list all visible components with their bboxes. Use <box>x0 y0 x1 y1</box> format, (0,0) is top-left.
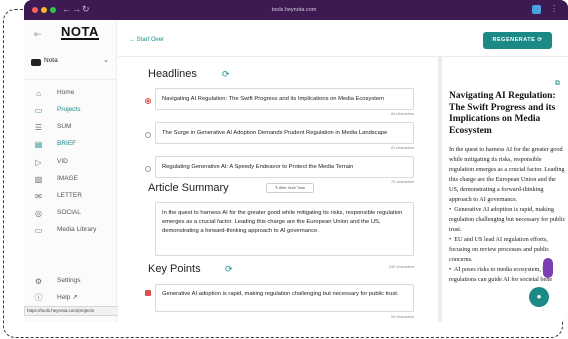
divider <box>24 79 117 80</box>
chat-icon: ● <box>536 292 542 301</box>
sidebar-item-label: SUM <box>57 123 72 130</box>
browser-window: ← → ↻ tools.heynota.com ⋮ ⇤ NOTA Nota ⌄ … <box>24 0 568 322</box>
social-icon: ◎ <box>35 209 42 218</box>
workspace-icon <box>31 59 41 66</box>
reload-icon[interactable]: ↻ <box>82 4 90 15</box>
sidebar-item-home[interactable]: ⌂ Home <box>33 87 111 103</box>
bullet-text: EU and US lead AI regulation efforts, fo… <box>449 236 550 263</box>
sidebar-item-vid[interactable]: ▷ VID <box>33 156 111 172</box>
sidebar-item-sum[interactable]: ☰ SUM <box>33 121 111 137</box>
alter-tone-label: Alter Note Tone <box>278 186 306 190</box>
home-icon: ⌂ <box>36 89 41 98</box>
sidebar-item-image[interactable]: ▨ IMAGE <box>33 173 111 189</box>
summary-title: Article Summary <box>148 182 229 194</box>
document-icon: ▤ <box>34 140 43 149</box>
preview-title: Navigating AI Regulation: The Swift Prog… <box>449 91 556 136</box>
key-point-text[interactable]: Generative AI adoption is rapid, making … <box>155 284 414 312</box>
sidebar-item-label: SOCIAL <box>57 209 81 216</box>
radio-unselected[interactable] <box>145 166 151 172</box>
radio-selected[interactable] <box>145 98 151 104</box>
image-icon: ▨ <box>34 175 43 184</box>
headline-option[interactable]: The Surge in Generative AI Adoption Dema… <box>145 122 414 152</box>
folder-icon: ▭ <box>34 226 43 235</box>
status-url: https://tools.heynota.com/projects <box>24 306 124 316</box>
app: ⇤ NOTA Nota ⌄ ⌂ Home ▭ Projects ☰ SUM ▤ <box>24 20 568 322</box>
list-icon: ☰ <box>34 123 43 132</box>
key-point-item[interactable]: Generative AI adoption is rapid, making … <box>145 284 414 322</box>
checkbox-checked[interactable] <box>145 290 151 296</box>
help-icon: ⓘ <box>34 293 43 302</box>
sidebar-item-media-library[interactable]: ▭ Media Library <box>33 224 111 240</box>
start-over-label: Start Over <box>136 37 165 43</box>
minimize-dot[interactable] <box>41 7 47 13</box>
summary-text[interactable]: In the quest to harness AI for the great… <box>155 202 414 256</box>
char-count: 84 characters <box>390 112 414 116</box>
forward-arrow-icon[interactable]: → <box>72 4 81 14</box>
bullet-text: Generative AI adoption is rapid, making … <box>449 206 566 233</box>
refresh-icon[interactable]: ⟳ <box>222 69 230 80</box>
key-points-title: Key Points <box>148 263 201 275</box>
close-dot[interactable] <box>32 7 38 13</box>
sidebar: ⇤ NOTA Nota ⌄ ⌂ Home ▭ Projects ☰ SUM ▤ <box>24 20 124 322</box>
mail-icon: ✉ <box>35 192 42 201</box>
workspace-name: Nota <box>44 57 58 64</box>
sidebar-item-label: Projects <box>57 106 81 113</box>
extension-icon[interactable] <box>532 5 541 14</box>
headlines-title: Headlines <box>148 68 197 80</box>
extension-badge[interactable] <box>543 258 553 278</box>
sidebar-item-settings[interactable]: ⚙ Settings <box>33 275 111 291</box>
chat-button[interactable]: ● <box>529 287 549 307</box>
sidebar-item-projects[interactable]: ▭ Projects <box>33 104 111 120</box>
preview-paragraph: In the quest to harness AI for the great… <box>449 146 565 203</box>
sidebar-item-label: Home <box>57 89 75 96</box>
sidebar-item-label: Help ↗ <box>57 294 78 301</box>
maximize-dot[interactable] <box>50 7 56 13</box>
start-over-link[interactable]: ← Start Over <box>129 37 164 43</box>
sidebar-item-label: Settings <box>57 277 81 284</box>
collapse-sidebar-icon[interactable]: ⇤ <box>34 29 42 40</box>
sidebar-item-label: VID <box>57 158 68 165</box>
preview-panel: ⧉ Navigating AI Regulation: The Swift Pr… <box>449 57 568 322</box>
headline-text[interactable]: Navigating AI Regulation: The Swift Prog… <box>155 88 414 110</box>
char-count: 242 characters <box>389 265 415 269</box>
folder-icon: ▭ <box>34 106 43 115</box>
logo[interactable]: NOTA <box>61 25 99 40</box>
chevron-down-icon: ⌄ <box>103 57 109 64</box>
workspace-selector[interactable]: Nota ⌄ <box>31 55 111 71</box>
sidebar-item-letter[interactable]: ✉ LETTER <box>33 190 111 206</box>
video-icon: ▷ <box>35 158 42 167</box>
headline-option[interactable]: Navigating AI Regulation: The Swift Prog… <box>145 88 414 118</box>
browser-chrome: ← → ↻ tools.heynota.com ⋮ <box>24 0 568 20</box>
sidebar-item-help[interactable]: ⓘ Help ↗ <box>33 291 111 307</box>
panel-divider[interactable] <box>438 57 442 322</box>
copy-icon[interactable]: ⧉ <box>555 80 560 88</box>
sidebar-item-label: IMAGE <box>57 175 78 182</box>
sidebar-item-label: Media Library <box>57 226 97 233</box>
regenerate-label: REGENERATE <box>492 37 536 43</box>
alter-tone-button[interactable]: ✎ Alter Note Tone <box>266 183 314 193</box>
regenerate-button[interactable]: REGENERATE ⟳ <box>483 32 552 49</box>
headline-text[interactable]: The Surge in Generative AI Adoption Dema… <box>155 122 414 144</box>
bullet-text: AI poses risks to media ecosystem, but r… <box>449 266 553 283</box>
preview-bullet: • Generative AI adoption is rapid, makin… <box>449 206 566 233</box>
gear-icon: ⚙ <box>34 277 43 286</box>
char-count: 81 characters <box>390 146 414 150</box>
main-content: ← Start Over REGENERATE ⟳ Headlines ⟳ Na… <box>118 20 568 322</box>
radio-unselected[interactable] <box>145 132 151 138</box>
headline-text[interactable]: Regulating Generative AI: A Speedy Endea… <box>155 156 414 178</box>
sidebar-item-social[interactable]: ◎ SOCIAL <box>33 207 111 223</box>
address-bar[interactable]: tools.heynota.com <box>204 4 384 16</box>
sidebar-item-brief[interactable]: ▤ BRIEF <box>33 138 111 154</box>
menu-icon[interactable]: ⋮ <box>550 4 558 13</box>
sidebar-item-label: BRIEF <box>57 140 77 147</box>
sidebar-item-label: LETTER <box>57 192 82 199</box>
refresh-icon[interactable]: ⟳ <box>225 264 233 275</box>
back-arrow-icon[interactable]: ← <box>62 4 71 14</box>
char-count: 94 characters <box>390 315 414 319</box>
char-count: 72 characters <box>390 180 414 184</box>
